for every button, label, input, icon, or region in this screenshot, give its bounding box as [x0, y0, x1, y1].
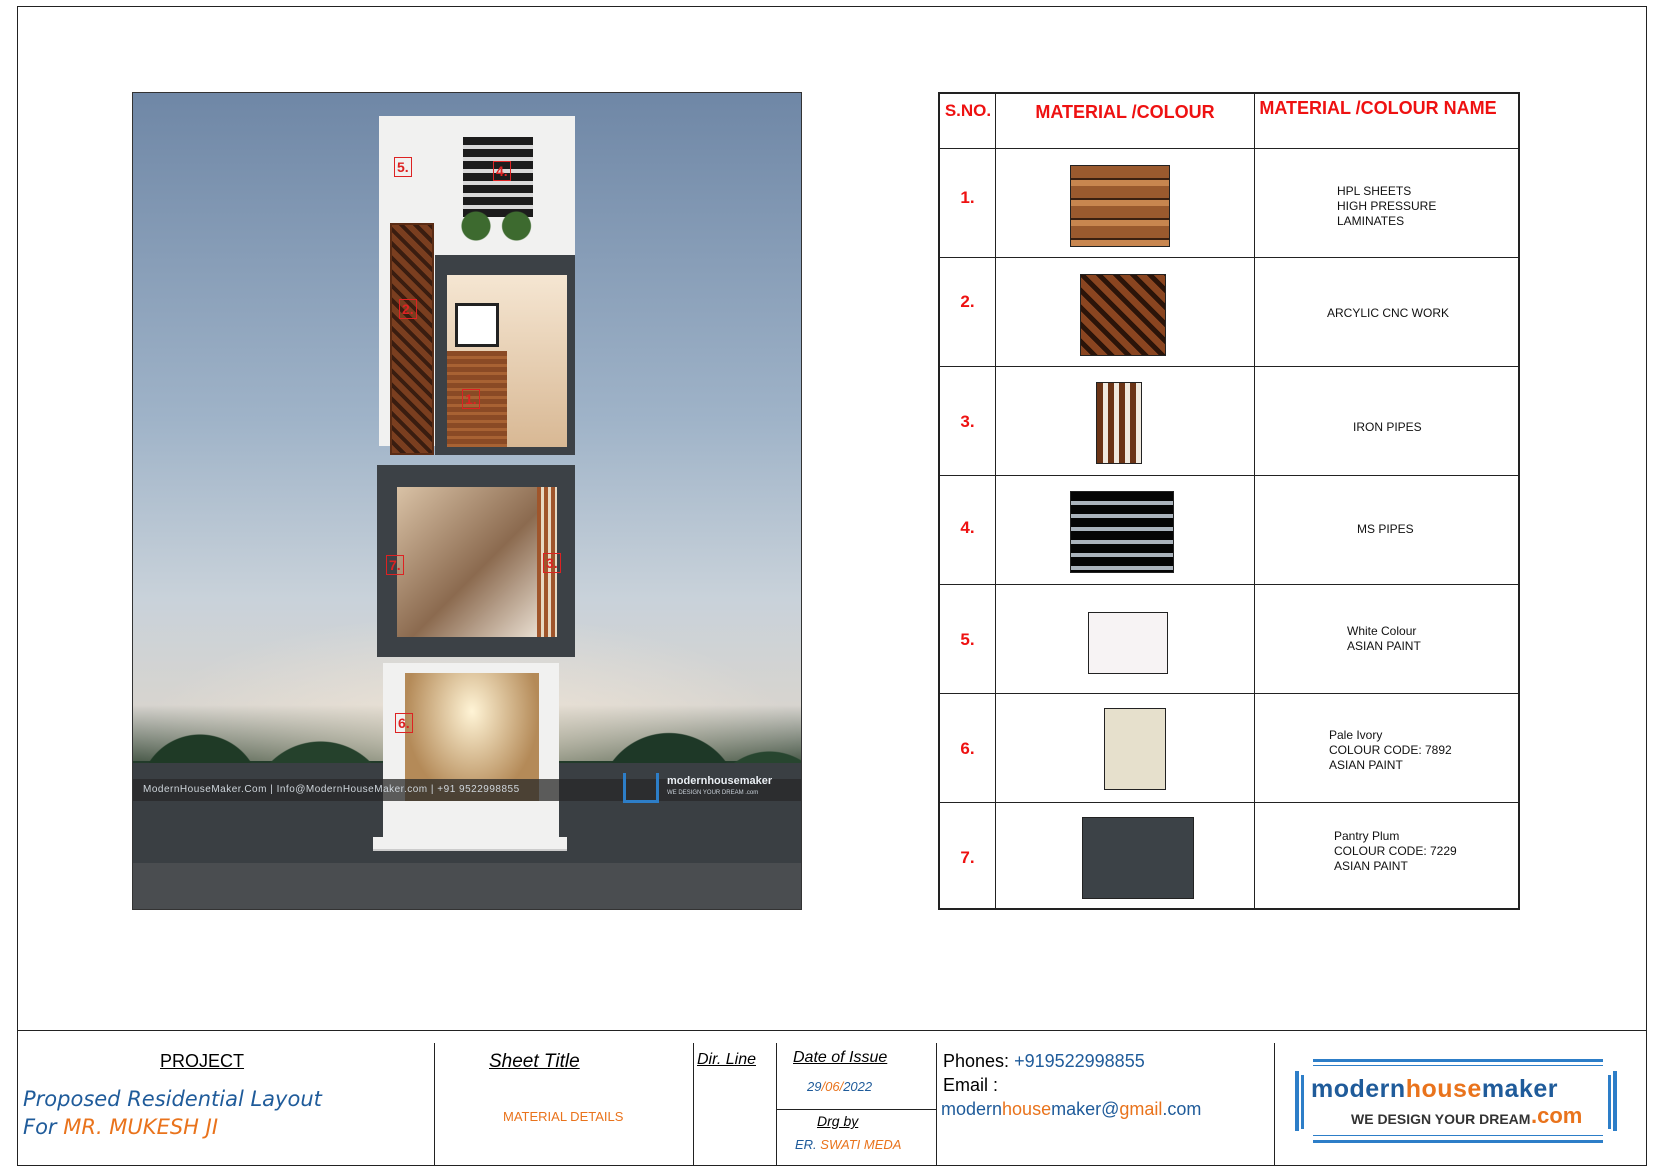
watermark-logo: modernhousemaker WE DESIGN YOUR DREAM .c…: [623, 771, 793, 805]
row-2-sno: 2.: [960, 292, 975, 311]
row-7-name: Pantry Plum COLOUR CODE: 7229 ASIAN PAIN…: [1334, 829, 1457, 873]
row-3-sno: 3.: [960, 412, 975, 431]
swatch-acrylic-cnc: [1080, 274, 1166, 356]
row-2-name: ARCYLIC CNC WORK: [1327, 306, 1450, 320]
company-logo: modernhousemaker WE DESIGN YOUR DREAM .c…: [1287, 1051, 1627, 1163]
row-3-name: IRON PIPES: [1353, 420, 1422, 434]
row-5-name: White Colour ASIAN PAINT: [1347, 624, 1421, 653]
hoarding-glass: [397, 487, 547, 637]
row-4-name: MS PIPES: [1357, 522, 1414, 536]
marker-1: 1.: [462, 389, 480, 409]
cnc-panel: [390, 223, 434, 455]
dir-line-label: Dir. Line: [697, 1051, 756, 1068]
sheet-title: MATERIAL DETAILS: [503, 1109, 624, 1124]
swatch-pale-ivory: [1104, 708, 1166, 790]
marker-2: 2.: [399, 299, 417, 319]
row-4-sno: 4.: [960, 518, 975, 537]
row-1-sno: 1.: [960, 188, 975, 207]
date-value: 29/06/2022: [807, 1079, 873, 1094]
planters: [449, 208, 539, 253]
material-table: S.NO. MATERIAL /COLOUR MATERIAL /COLOUR …: [938, 92, 1520, 910]
project-client-line: For MR. MUKESH JI: [23, 1115, 219, 1139]
row-6-name: Pale Ivory COLOUR CODE: 7892 ASIAN PAINT: [1329, 728, 1452, 772]
marker-5: 5.: [394, 157, 412, 177]
logo-com: .com: [1531, 1103, 1583, 1128]
marker-6: 6.: [395, 713, 413, 733]
title-block: PROJECT Proposed Residential Layout For …: [17, 1030, 1647, 1166]
marker-3: 3.: [543, 553, 561, 573]
swatch-iron-pipes: [1096, 382, 1142, 464]
date-label: Date of Issue: [793, 1049, 888, 1066]
client-name: MR. MUKESH JI: [63, 1115, 219, 1139]
phones-line: Phones: +919522998855: [943, 1051, 1145, 1071]
marker-7: 7.: [386, 555, 404, 575]
row-7-sno: 7.: [960, 848, 975, 867]
row-6-sno: 6.: [960, 739, 975, 758]
drg-by-label: Drg by: [817, 1113, 859, 1129]
swatch-ms-pipes: [1070, 491, 1174, 573]
email-value[interactable]: modernhousemaker@gmail.com: [941, 1099, 1201, 1120]
project-label: PROJECT: [160, 1051, 245, 1071]
swatch-hpl-sheets: [1070, 165, 1170, 247]
header-material-name: MATERIAL /COLOUR NAME: [1259, 98, 1497, 118]
swatch-white-colour: [1088, 612, 1168, 674]
house-icon: [623, 773, 659, 803]
project-title: Proposed Residential Layout: [23, 1087, 322, 1111]
row-1-name: HPL SHEETS HIGH PRESSURE LAMINATES: [1337, 184, 1437, 228]
small-window: [455, 303, 499, 347]
drg-by-value: ER. SWATI MEDA: [795, 1137, 902, 1152]
row-5-sno: 5.: [960, 630, 975, 649]
logo-wordmark: modernhousemaker: [1311, 1075, 1558, 1103]
marker-4: 4.: [493, 161, 511, 181]
header-sno: S.NO.: [944, 101, 992, 120]
road: [133, 863, 801, 909]
sheet-title-label: Sheet Title: [489, 1051, 580, 1072]
email-label: Email :: [943, 1075, 999, 1095]
elevation-render: 5. 4. 2. 1. 7. 3. 6. ModernHouseMaker.Co…: [132, 92, 802, 910]
header-material: MATERIAL /COLOUR: [1035, 102, 1215, 122]
swatch-pantry-plum: [1082, 817, 1194, 899]
logo-tagline: WE DESIGN YOUR DREAM: [1351, 1111, 1531, 1127]
plinth: [373, 837, 567, 851]
